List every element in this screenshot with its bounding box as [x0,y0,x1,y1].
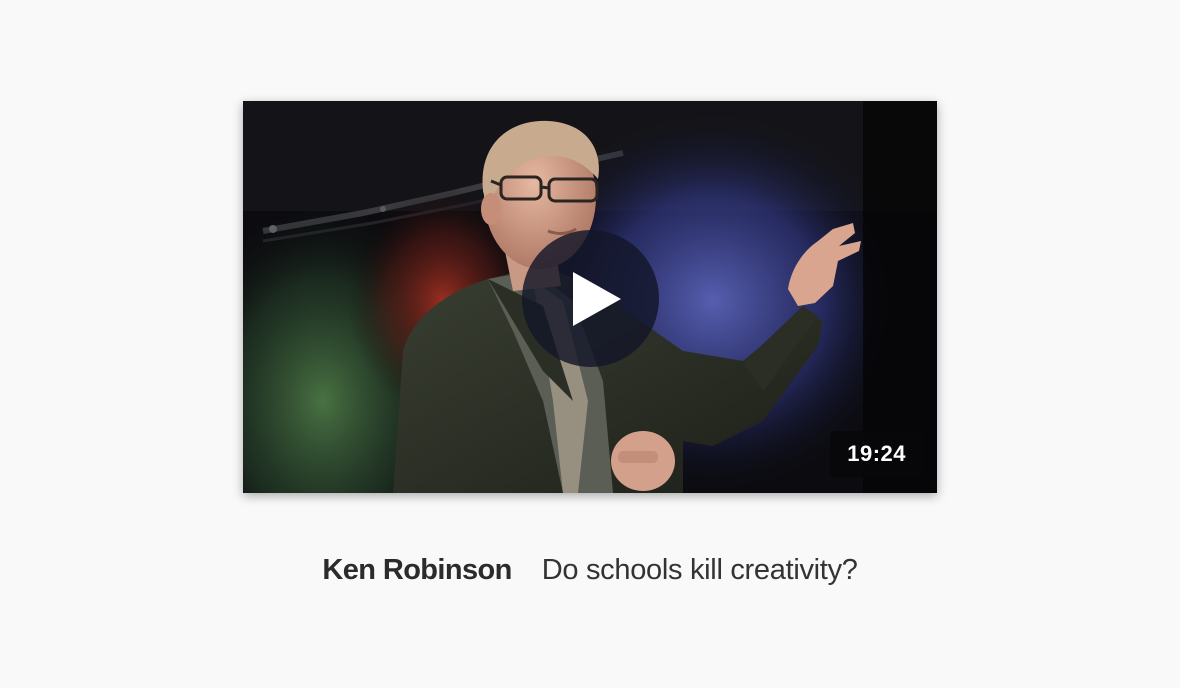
talk-title[interactable]: Do schools kill creativity? [542,550,858,590]
play-button[interactable] [522,230,659,367]
play-icon [572,271,621,326]
talk-caption: Ken Robinson Do schools kill creativity? [0,550,1180,590]
video-thumbnail[interactable]: 19:24 [243,101,937,493]
duration-badge: 19:24 [830,431,923,477]
speaker-name[interactable]: Ken Robinson [322,550,512,590]
talk-card: 19:24 Ken Robinson Do schools kill creat… [0,0,1180,688]
